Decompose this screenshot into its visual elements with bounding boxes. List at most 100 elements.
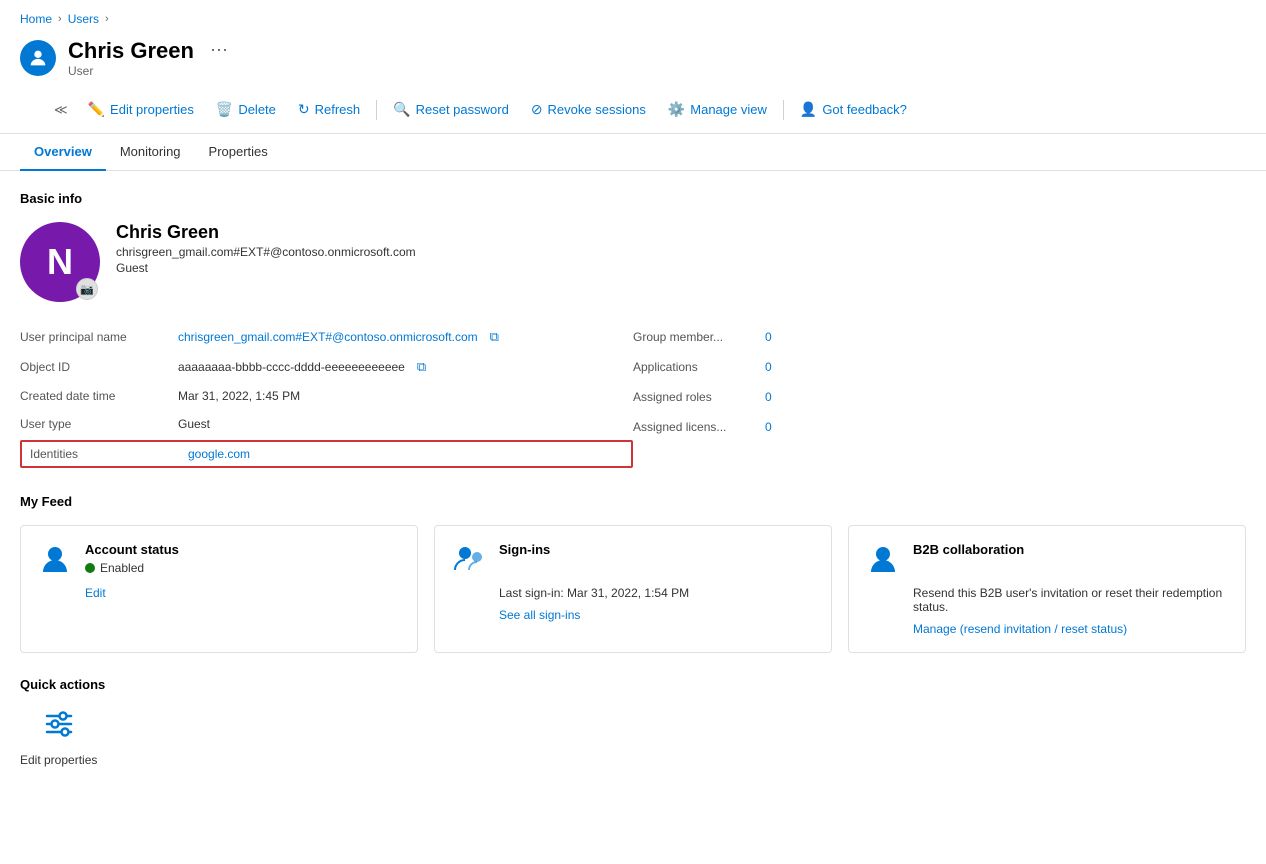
quick-actions-title: Quick actions	[20, 677, 1246, 692]
profile-type: Guest	[116, 261, 416, 275]
tab-overview[interactable]: Overview	[20, 134, 106, 171]
breadcrumb-users[interactable]: Users	[68, 12, 99, 26]
reset-password-icon: 🔍	[393, 101, 410, 118]
more-options-button[interactable]: ⋯	[210, 40, 228, 61]
account-status-header: Account status Enabled	[37, 542, 401, 578]
breadcrumb: Home › Users ›	[0, 0, 1266, 34]
status-dot	[85, 563, 95, 573]
quick-action-label: Edit properties	[20, 753, 97, 767]
user-header-name: Chris Green	[68, 38, 194, 64]
account-status-icon	[37, 542, 73, 578]
group-member-value[interactable]: 0	[765, 330, 772, 344]
created-value: Mar 31, 2022, 1:45 PM	[178, 389, 300, 403]
b2b-body: Resend this B2B user's invitation or res…	[865, 586, 1229, 614]
upn-value[interactable]: chrisgreen_gmail.com#EXT#@contoso.onmicr…	[178, 330, 478, 344]
stat-row-group: Group member... 0	[633, 322, 1246, 352]
sign-ins-header: Sign-ins	[451, 542, 815, 578]
stat-row-apps: Applications 0	[633, 352, 1246, 382]
user-avatar-small	[20, 40, 56, 76]
manage-view-icon: ⚙️	[668, 101, 685, 118]
tab-monitoring[interactable]: Monitoring	[106, 134, 195, 171]
delete-button[interactable]: 🗑️ Delete	[206, 96, 286, 123]
assigned-roles-value[interactable]: 0	[765, 390, 772, 404]
quick-actions-grid: Edit properties	[20, 708, 1246, 767]
info-right: Group member... 0 Applications 0 Assigne…	[633, 322, 1246, 470]
toolbar-sep-2	[783, 100, 784, 120]
created-label: Created date time	[20, 389, 170, 403]
profile-name: Chris Green	[116, 222, 416, 243]
identities-value[interactable]: google.com	[188, 447, 250, 461]
info-row-usertype: User type Guest	[20, 410, 633, 438]
account-status-edit-link[interactable]: Edit	[37, 586, 401, 600]
b2b-collab-card: B2B collaboration Resend this B2B user's…	[848, 525, 1246, 653]
sign-ins-title: Sign-ins	[499, 542, 550, 557]
user-header: Chris Green User ⋯	[0, 34, 1266, 90]
status-enabled: Enabled	[85, 561, 179, 575]
breadcrumb-sep-2: ›	[105, 13, 109, 25]
sign-ins-icon	[451, 542, 487, 578]
breadcrumb-sep-1: ›	[58, 13, 62, 25]
avatar-camera-button[interactable]: 📷	[76, 278, 98, 300]
b2b-header: B2B collaboration	[865, 542, 1229, 578]
objectid-label: Object ID	[20, 360, 170, 374]
collapse-icon: ≪	[54, 102, 68, 118]
account-status-title: Account status	[85, 542, 179, 557]
basic-info-section: Basic info N 📷 Chris Green chrisgreen_gm…	[20, 191, 1246, 470]
refresh-icon: ↻	[298, 101, 310, 118]
account-status-card: Account status Enabled Edit	[20, 525, 418, 653]
reset-password-button[interactable]: 🔍 Reset password	[383, 96, 519, 123]
toolbar-sep-1	[376, 100, 377, 120]
applications-label: Applications	[633, 360, 753, 374]
tab-properties[interactable]: Properties	[195, 134, 282, 171]
info-grid: User principal name chrisgreen_gmail.com…	[20, 322, 1246, 470]
info-row-created: Created date time Mar 31, 2022, 1:45 PM	[20, 382, 633, 410]
feed-cards: Account status Enabled Edit	[20, 525, 1246, 653]
usertype-value: Guest	[178, 417, 210, 431]
applications-value[interactable]: 0	[765, 360, 772, 374]
identities-label: Identities	[30, 447, 180, 461]
group-member-label: Group member...	[633, 330, 753, 344]
feed-title: My Feed	[20, 494, 1246, 509]
usertype-label: User type	[20, 417, 170, 431]
main-content: Basic info N 📷 Chris Green chrisgreen_gm…	[0, 171, 1266, 864]
feed-section: My Feed Account status	[20, 494, 1246, 653]
objectid-value: aaaaaaaa-bbbb-cccc-dddd-eeeeeeeeeeee	[178, 360, 405, 374]
delete-icon: 🗑️	[216, 101, 233, 118]
manage-view-button[interactable]: ⚙️ Manage view	[658, 96, 777, 123]
info-left: User principal name chrisgreen_gmail.com…	[20, 322, 633, 470]
refresh-button[interactable]: ↻ Refresh	[288, 96, 370, 123]
info-row-identities: Identities google.com	[20, 440, 633, 468]
stat-row-licenses: Assigned licens... 0	[633, 412, 1246, 442]
assigned-licenses-value[interactable]: 0	[765, 420, 772, 434]
breadcrumb-home[interactable]: Home	[20, 12, 52, 26]
feedback-icon: 👤	[800, 101, 817, 118]
revoke-sessions-button[interactable]: ⊘ Revoke sessions	[521, 96, 656, 123]
tabs: Overview Monitoring Properties	[0, 134, 1266, 171]
user-profile: N 📷 Chris Green chrisgreen_gmail.com#EXT…	[20, 222, 1246, 302]
upn-label: User principal name	[20, 330, 170, 344]
edit-properties-button[interactable]: ✏️ Edit properties	[78, 96, 204, 123]
b2b-icon	[865, 542, 901, 578]
user-header-role: User	[68, 64, 194, 78]
got-feedback-button[interactable]: 👤 Got feedback?	[790, 96, 917, 123]
stat-row-roles: Assigned roles 0	[633, 382, 1246, 412]
status-text: Enabled	[100, 561, 144, 575]
sign-ins-body: Last sign-in: Mar 31, 2022, 1:54 PM	[451, 586, 815, 600]
collapse-button[interactable]: ≪	[46, 97, 76, 123]
revoke-sessions-icon: ⊘	[531, 101, 543, 118]
toolbar: ≪ ✏️ Edit properties 🗑️ Delete ↻ Refresh…	[0, 90, 1266, 134]
basic-info-title: Basic info	[20, 191, 1246, 206]
objectid-copy-icon[interactable]: ⧉	[417, 359, 426, 375]
user-header-info: Chris Green User	[68, 38, 194, 78]
profile-email: chrisgreen_gmail.com#EXT#@contoso.onmicr…	[116, 245, 416, 259]
user-profile-info: Chris Green chrisgreen_gmail.com#EXT#@co…	[116, 222, 416, 275]
b2b-manage-link[interactable]: Manage (resend invitation / reset status…	[865, 622, 1229, 636]
edit-icon: ✏️	[88, 101, 105, 118]
b2b-title: B2B collaboration	[913, 542, 1024, 557]
upn-copy-icon[interactable]: ⧉	[490, 329, 499, 345]
quick-action-edit-properties[interactable]: Edit properties	[20, 708, 97, 767]
info-row-objectid: Object ID aaaaaaaa-bbbb-cccc-dddd-eeeeee…	[20, 352, 633, 382]
see-all-sign-ins-link[interactable]: See all sign-ins	[451, 608, 815, 622]
user-avatar-large: N 📷	[20, 222, 100, 302]
quick-actions-section: Quick actions Edit properties	[20, 677, 1246, 767]
